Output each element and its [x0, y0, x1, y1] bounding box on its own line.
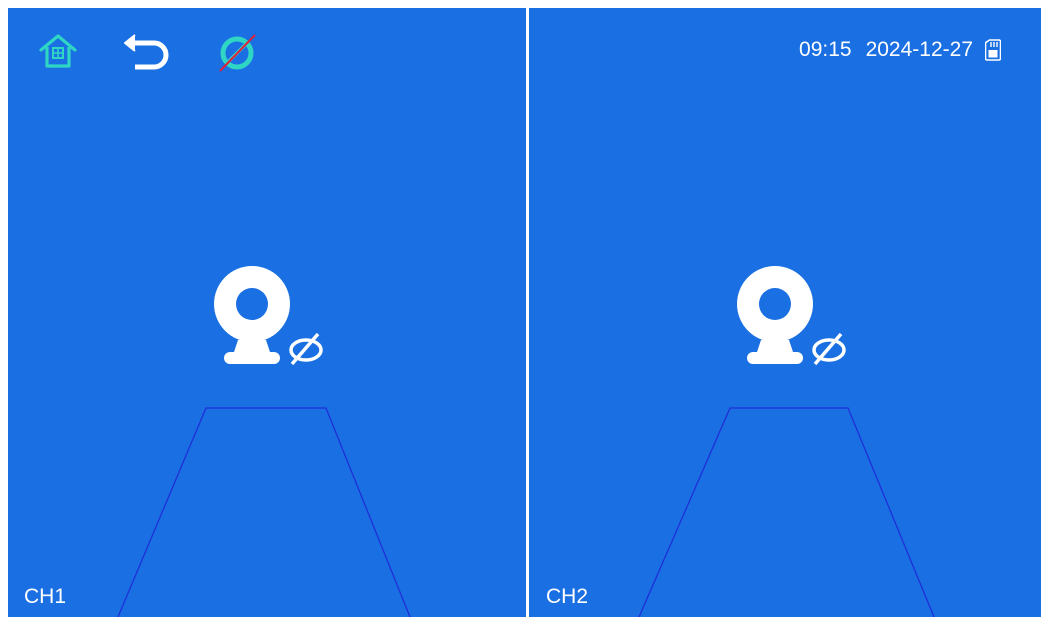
dual-camera-screen: CH1 09:15 2024-12-27 CH2 — [0, 0, 1041, 617]
parking-guide-lines — [117, 407, 411, 617]
parking-guide-lines — [638, 407, 935, 617]
channel-1-view[interactable]: CH1 — [8, 8, 526, 617]
channel-2-view[interactable]: 09:15 2024-12-27 CH2 — [529, 8, 1041, 617]
channel-label: CH2 — [546, 585, 589, 608]
channel-label: CH1 — [24, 585, 67, 608]
